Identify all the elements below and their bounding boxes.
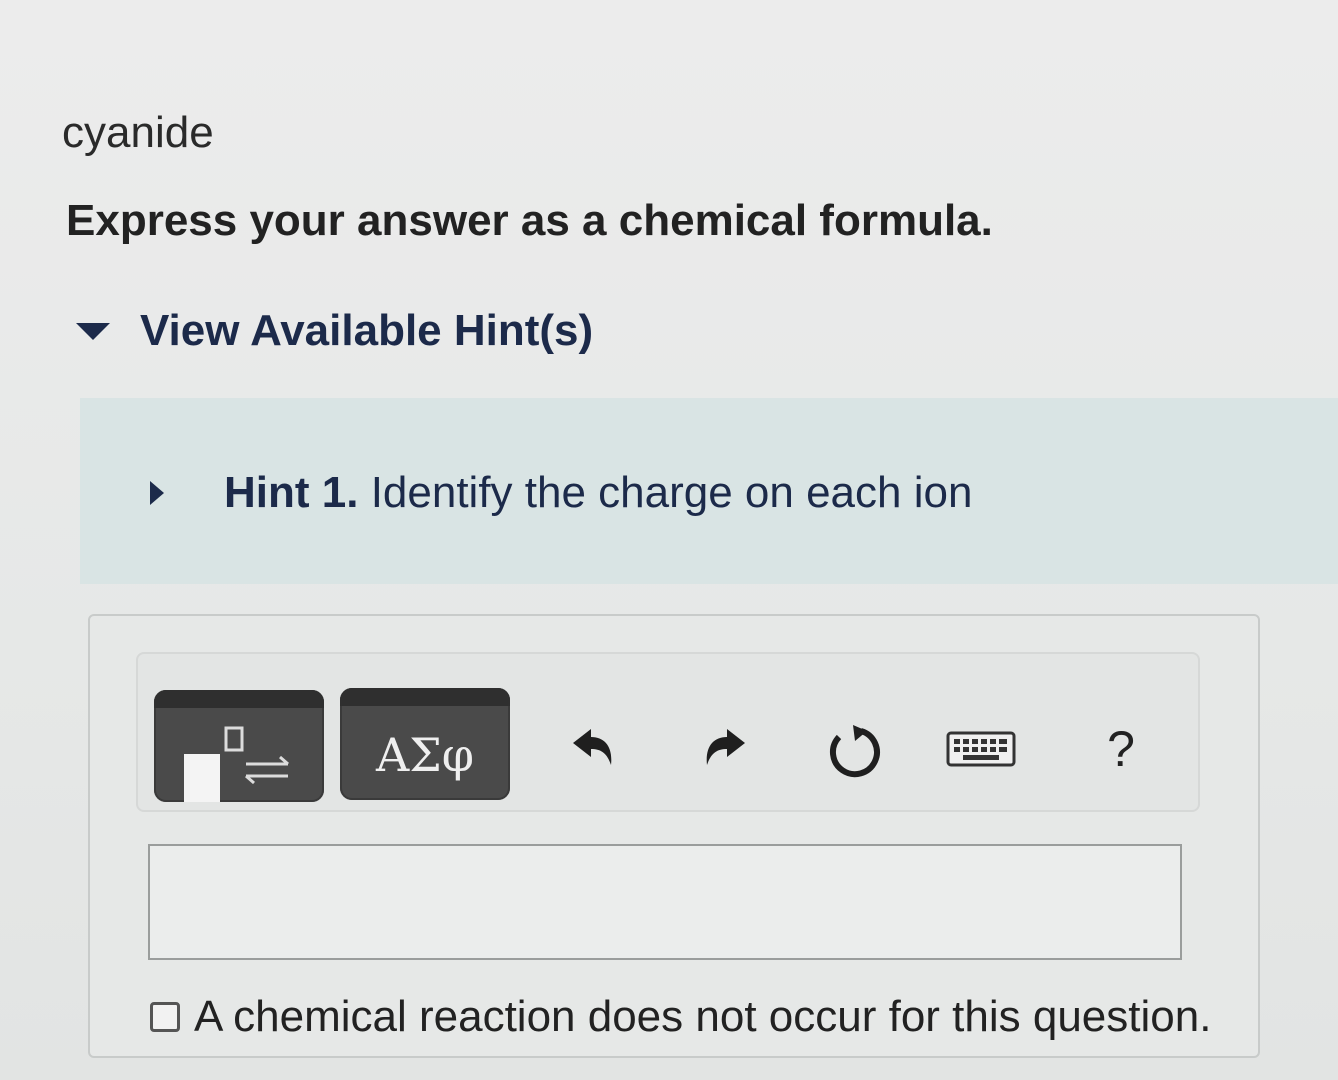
help-button[interactable]: ? <box>1086 714 1156 784</box>
reset-button[interactable] <box>818 714 888 784</box>
caret-down-icon <box>76 322 110 340</box>
no-reaction-option[interactable]: A chemical reaction does not occur for t… <box>150 992 1211 1042</box>
page: cyanide Express your answer as a chemica… <box>0 0 1338 1080</box>
math-toolbar: ΑΣφ ? <box>136 652 1200 812</box>
view-hints-toggle[interactable]: View Available Hint(s) <box>76 306 593 356</box>
caret-right-icon <box>150 481 164 505</box>
answer-box: ΑΣφ ? A chemical reaction does not occur… <box>88 614 1260 1058</box>
redo-icon <box>706 729 745 765</box>
view-hints-label: View Available Hint(s) <box>140 306 594 355</box>
answer-input[interactable] <box>148 844 1182 960</box>
answer-instruction: Express your answer as a chemical formul… <box>66 196 993 245</box>
no-reaction-label: A chemical reaction does not occur for t… <box>194 992 1212 1041</box>
reset-icon <box>830 725 880 778</box>
keyboard-button[interactable] <box>946 714 1016 784</box>
undo-icon <box>573 729 612 765</box>
redo-button[interactable] <box>690 714 760 784</box>
symbols-label: ΑΣφ <box>376 728 474 782</box>
hint-title: Identify the charge on each ion <box>370 468 973 517</box>
keyboard-icon <box>946 731 1016 767</box>
undo-button[interactable] <box>558 714 628 784</box>
hint-item-1[interactable]: Hint 1. Identify the charge on each ion <box>150 468 972 518</box>
hint-item-1-text: Hint 1. Identify the charge on each ion <box>224 468 972 518</box>
templates-icon <box>184 726 289 802</box>
templates-button[interactable] <box>154 690 324 802</box>
compound-name: cyanide <box>62 108 214 157</box>
symbols-button[interactable]: ΑΣφ <box>340 688 510 800</box>
hint-number: Hint 1. <box>224 468 359 517</box>
no-reaction-checkbox[interactable] <box>150 1002 180 1032</box>
hints-panel: Hint 1. Identify the charge on each ion <box>80 398 1338 584</box>
